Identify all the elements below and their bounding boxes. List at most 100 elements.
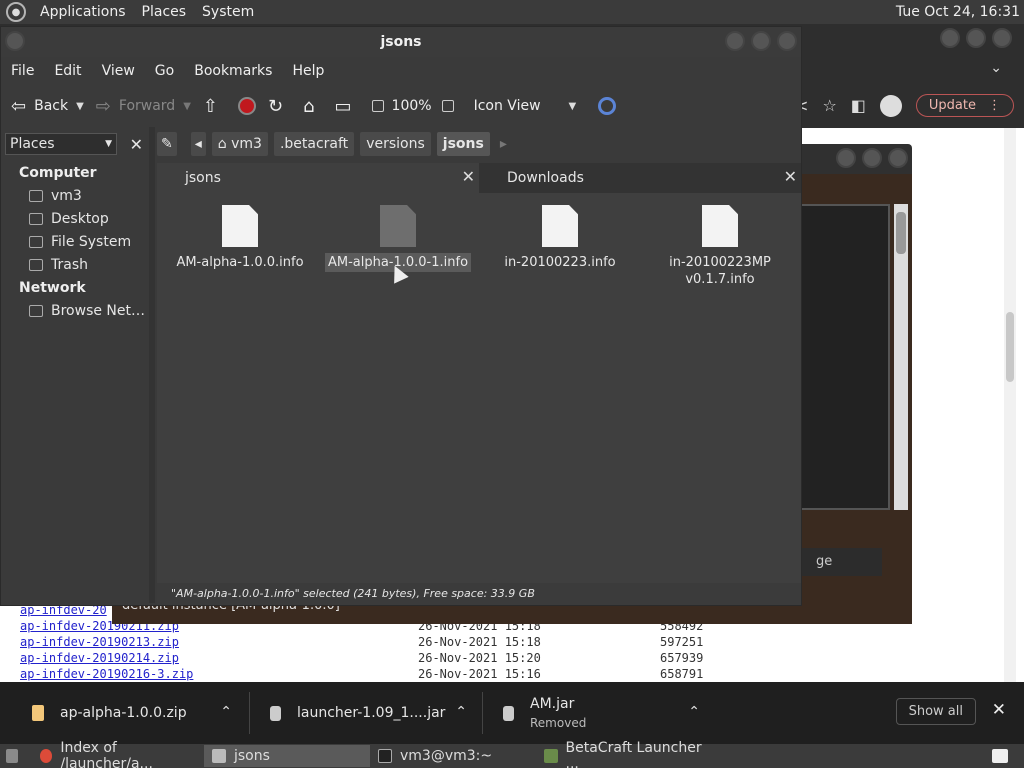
listing-link[interactable]: ap-infdev-20190216-3.zip [20,666,418,682]
back-button[interactable]: ⇦ Back ▼ [1,96,90,117]
menu-places[interactable]: Places [134,4,195,20]
task-terminal[interactable]: vm3@vm3:~ [370,745,536,767]
sidebar-item-label: Desktop [51,211,109,227]
zoom-in-icon[interactable] [441,100,454,112]
menu-applications[interactable]: Applications [32,4,134,20]
launcher-button[interactable]: ge [802,548,882,576]
download-item[interactable]: launcher-1.09_1....jar ⌃ [240,682,483,744]
breadcrumb-versions[interactable]: versions [360,132,431,156]
drive-icon [29,236,43,248]
sidebar-item-desktop[interactable]: Desktop [29,211,109,227]
sidebar-item-vm3[interactable]: vm3 [29,188,82,204]
downloads-bar: ap-alpha-1.0.0.zip ⌃ launcher-1.09_1....… [0,682,1024,744]
maximize-button[interactable] [751,31,771,51]
star-icon[interactable]: ☆ [822,96,836,115]
search-button[interactable] [592,97,622,115]
close-button[interactable] [777,31,797,51]
computer-button[interactable]: ▭ [329,96,366,117]
forward-button[interactable]: ⇨ Forward ▼ [90,96,197,117]
tab-downloads[interactable]: Downloads ✕ [479,163,801,193]
menu-go[interactable]: Go [145,63,184,79]
sidebar-type-select[interactable]: Places ▼ [5,133,117,155]
close-icon[interactable]: ✕ [992,700,1006,720]
folder-icon [212,749,226,763]
download-item[interactable]: AM.jar Removed ⌃ [473,682,710,744]
task-label: BetaCraft Launcher ... [565,740,702,768]
update-button[interactable]: Update ⋮ [915,94,1014,117]
file-item[interactable]: in-20100223.info [485,193,635,272]
edit-location-button[interactable]: ✎ [157,132,177,156]
task-label: Index of /launcher/a... [60,740,153,768]
breadcrumb-jsons[interactable]: jsons [436,132,490,156]
task-file-manager[interactable]: jsons [204,745,370,767]
page-scroll-thumb[interactable] [1006,312,1014,382]
pane-divider[interactable] [149,127,155,603]
window-title: jsons [1,27,801,57]
stop-icon [238,97,256,115]
breadcrumb-betacraft[interactable]: .betacraft [273,132,355,156]
close-button[interactable] [888,148,908,168]
download-name: launcher-1.09_1....jar [297,705,446,721]
show-all-button[interactable]: Show all [895,698,976,725]
crumb-right-arrow-icon[interactable]: ▸ [496,132,511,156]
stop-button[interactable] [232,97,262,115]
page-scrollbar[interactable] [1004,128,1016,682]
crumb-left-arrow-icon[interactable]: ◂ [190,132,206,156]
reload-button[interactable]: ↻ [262,96,297,117]
close-tab-icon[interactable]: ✕ [462,167,475,186]
workspace-switcher[interactable] [984,745,1024,767]
sidebar-item-browse-network[interactable]: Browse Net… [29,303,145,319]
reload-icon: ↻ [268,95,284,117]
menu-view[interactable]: View [92,63,145,79]
java-icon [544,749,558,763]
chevron-up-icon[interactable]: ⌃ [220,704,232,720]
file-item[interactable]: AM-alpha-1.0.0.info [165,193,315,272]
listing-link[interactable]: ap-infdev-20190214.zip [20,650,418,666]
file-manager-window: jsons File Edit View Go Bookmarks Help ⇦… [0,26,802,606]
chevron-up-icon[interactable]: ⌃ [455,704,467,720]
menu-bookmarks[interactable]: Bookmarks [184,63,282,79]
sidebar-item-file-system[interactable]: File System [29,234,131,250]
minimize-button[interactable] [836,148,856,168]
home-button[interactable]: ⌂ [297,96,328,117]
task-betacraft[interactable]: BetaCraft Launcher ... [536,740,722,768]
caret-down-icon[interactable]: ▼ [76,101,84,112]
sidebar-item-trash[interactable]: Trash [29,257,88,273]
file-item[interactable]: in-20100223MP v0.1.7.info [645,193,795,289]
menu-file[interactable]: File [1,63,44,79]
show-desktop-button[interactable] [0,745,32,767]
caret-down-icon[interactable]: ▼ [183,101,191,112]
view-mode-select[interactable]: Icon View ▼ [468,98,583,114]
file-item-selected[interactable]: AM-alpha-1.0.0-1.info [323,193,473,272]
zoom-control[interactable]: 100% [366,98,468,114]
maximize-button[interactable] [966,28,986,48]
menu-edit[interactable]: Edit [44,63,91,79]
close-button[interactable] [992,28,1012,48]
tab-jsons[interactable]: jsons ✕ [157,163,479,193]
menu-help[interactable]: Help [282,63,334,79]
tab-label: Downloads [507,170,584,186]
maximize-button[interactable] [862,148,882,168]
icon-view[interactable]: AM-alpha-1.0.0.info AM-alpha-1.0.0-1.inf… [157,193,801,583]
up-button[interactable]: ⇧ [197,96,232,117]
sidepanel-icon[interactable]: ◧ [851,96,866,115]
avatar[interactable] [879,94,902,117]
chevron-up-icon[interactable]: ⌃ [688,704,700,720]
listing-link[interactable]: ap-infdev-20190213.zip [20,634,418,650]
close-tab-icon[interactable]: ✕ [784,167,797,186]
minimize-button[interactable] [940,28,960,48]
zoom-out-icon[interactable] [371,100,384,112]
minimize-button[interactable] [725,31,745,51]
gnome-foot-icon[interactable]: ● [6,2,26,22]
breadcrumb-vm3[interactable]: ⌂ vm3 [211,132,268,156]
chevron-down-icon[interactable]: ⌄ [990,60,1002,76]
home-icon: ⌂ [303,95,315,117]
window-menu-button[interactable] [5,31,25,51]
download-item[interactable]: ap-alpha-1.0.0.zip ⌃ [0,682,250,744]
launcher-scroll-thumb[interactable] [896,212,906,254]
panel-clock[interactable]: Tue Oct 24, 16:31 [896,4,1020,20]
menu-system[interactable]: System [194,4,262,20]
close-sidebar-icon[interactable]: ✕ [130,135,147,154]
task-browser[interactable]: Index of /launcher/a... [32,740,204,768]
workspace-icon [992,749,1008,763]
